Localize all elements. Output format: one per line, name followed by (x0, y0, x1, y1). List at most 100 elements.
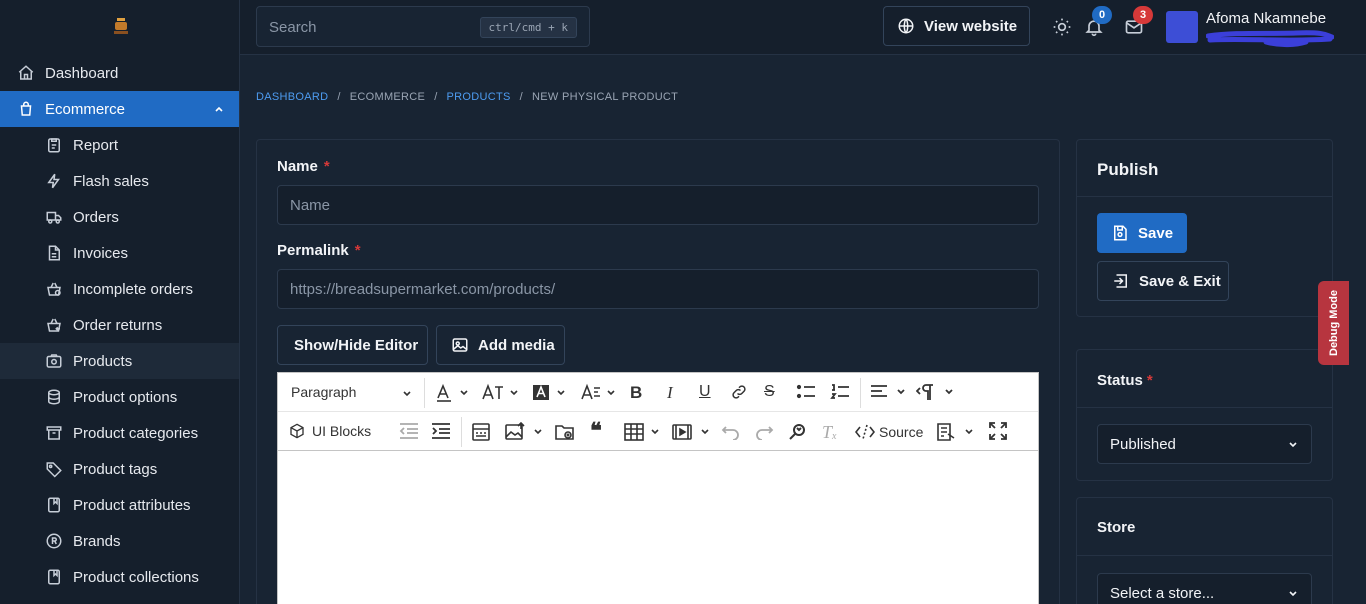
view-website-button[interactable]: View website (883, 6, 1030, 46)
permalink-field[interactable]: https://breadsupermarket.com/products/ (277, 269, 1039, 309)
divider (1077, 555, 1332, 556)
save-button[interactable]: Save (1097, 213, 1187, 253)
chevron-down-icon (1289, 591, 1297, 597)
save-and-exit-button[interactable]: Save & Exit (1097, 261, 1229, 301)
sidebar-item-brands[interactable]: Brands (0, 523, 239, 559)
align-icon[interactable] (870, 383, 908, 401)
globe-icon (897, 17, 915, 35)
undo-icon[interactable] (721, 422, 741, 440)
notifications-badge: 0 (1092, 6, 1112, 24)
add-media-button[interactable]: Add media (436, 325, 565, 365)
cube-icon (290, 423, 304, 439)
bold-icon[interactable]: B (630, 383, 642, 403)
image-upload-icon[interactable] (505, 422, 545, 442)
store-card: Store Select a store... (1076, 497, 1333, 604)
sidebar-item-product-categories[interactable]: Product categories (0, 415, 239, 451)
link-icon[interactable] (730, 383, 748, 401)
permalink-label: Permalink * (277, 242, 361, 259)
strikethrough-icon[interactable]: S (764, 383, 775, 401)
status-label: Status * (1097, 372, 1153, 389)
bullet-list-icon[interactable] (796, 383, 816, 401)
sidebar-item-report[interactable]: Report (0, 127, 239, 163)
sidebar-item-product-collections[interactable]: Product collections (0, 559, 239, 595)
truck-icon (45, 208, 63, 226)
blockquote-icon[interactable]: ❝ (590, 420, 602, 442)
sidebar-item-dashboard[interactable]: Dashboard (0, 55, 239, 91)
logo[interactable] (112, 16, 130, 36)
toolbar-divider (424, 378, 425, 408)
sidebar-item-products[interactable]: Products (0, 343, 239, 379)
find-replace-icon[interactable] (788, 422, 808, 442)
search-input[interactable]: Search ctrl/cmd + k (256, 6, 590, 47)
sidebar: Dashboard Ecommerce Report Flash sales O… (0, 0, 240, 604)
show-hide-editor-button[interactable]: Show/Hide Editor (277, 325, 428, 365)
html-embed-icon[interactable] (471, 422, 491, 442)
templates-icon[interactable] (936, 422, 976, 442)
breadcrumb-dashboard[interactable]: DASHBOARD (256, 91, 328, 103)
breadcrumb-ecommerce: ECOMMERCE (349, 91, 426, 103)
album-icon (45, 568, 63, 586)
status-select[interactable]: Published (1097, 424, 1312, 464)
sidebar-item-incomplete-orders[interactable]: Incomplete orders (0, 271, 239, 307)
exit-icon (1112, 272, 1130, 290)
redo-icon[interactable] (754, 422, 774, 440)
toolbar-divider (860, 378, 861, 408)
breadcrumb-separator: / (519, 91, 524, 103)
database-icon (45, 388, 63, 406)
background-color-icon[interactable] (532, 383, 568, 403)
italic-icon[interactable]: I (667, 383, 673, 403)
name-label: Name * (277, 158, 330, 175)
image-icon (451, 336, 469, 354)
sidebar-item-flash-sales[interactable]: Flash sales (0, 163, 239, 199)
name-field[interactable]: Name (277, 185, 1039, 225)
file-icon (45, 244, 63, 262)
font-color-icon[interactable] (435, 383, 471, 403)
shopping-bag-icon (17, 100, 35, 118)
media-embed-icon[interactable] (672, 422, 712, 442)
paragraph-direction-icon[interactable] (916, 382, 958, 402)
breadcrumb-products[interactable]: PRODUCTS (447, 91, 511, 103)
package-icon (45, 352, 63, 370)
topbar: Search ctrl/cmd + k View website 0 3 Afo… (240, 0, 1366, 55)
product-form-card: Name * Name Permalink * https://breadsuper… (256, 139, 1060, 604)
underline-icon[interactable]: U (699, 383, 711, 401)
toolbar-divider (461, 417, 462, 447)
basket-return-icon (45, 316, 63, 334)
required-mark: * (323, 158, 330, 175)
search-placeholder: Search (269, 19, 317, 36)
numbered-list-icon[interactable] (830, 383, 850, 401)
font-size-icon[interactable] (481, 383, 521, 403)
chevron-up-icon (213, 103, 225, 115)
fullscreen-icon[interactable] (989, 422, 1007, 440)
required-mark: * (1146, 372, 1153, 389)
source-button[interactable]: Source (855, 422, 923, 442)
status-card: Status * Published (1076, 349, 1333, 481)
media-folder-icon[interactable] (555, 422, 575, 442)
remove-format-icon[interactable]: Tx (822, 422, 836, 443)
sidebar-item-orders[interactable]: Orders (0, 199, 239, 235)
sidebar-item-product-options[interactable]: Product options (0, 379, 239, 415)
required-mark: * (354, 242, 361, 259)
sidebar-item-invoices[interactable]: Invoices (0, 235, 239, 271)
sidebar-item-order-returns[interactable]: Order returns (0, 307, 239, 343)
sidebar-item-product-attributes[interactable]: Product attributes (0, 487, 239, 523)
ui-blocks-button[interactable]: UI Blocks (289, 423, 371, 439)
avatar[interactable] (1166, 11, 1198, 43)
table-icon[interactable] (624, 422, 662, 442)
text-style-icon[interactable] (580, 383, 618, 403)
breadcrumb-separator: / (337, 91, 341, 103)
source-code-icon (855, 424, 875, 440)
user-name[interactable]: Afoma Nkamnebe (1206, 10, 1326, 27)
outdent-icon[interactable] (399, 422, 419, 440)
theme-toggle-sun-icon[interactable] (1052, 17, 1072, 37)
album-icon (45, 496, 63, 514)
breadcrumb-current: NEW PHYSICAL PRODUCT (532, 91, 679, 103)
editor-toolbar-row-2: UI Blocks ❝ Tx Source (278, 412, 1038, 451)
indent-icon[interactable] (431, 422, 451, 440)
debug-mode-tab[interactable]: Debug Mode (1318, 281, 1349, 365)
store-select[interactable]: Select a store... (1097, 573, 1312, 604)
paragraph-format-select[interactable]: Paragraph (291, 384, 411, 400)
sidebar-item-ecommerce[interactable]: Ecommerce (0, 91, 239, 127)
sidebar-item-product-tags[interactable]: Product tags (0, 451, 239, 487)
search-shortcut: ctrl/cmd + k (479, 17, 577, 38)
